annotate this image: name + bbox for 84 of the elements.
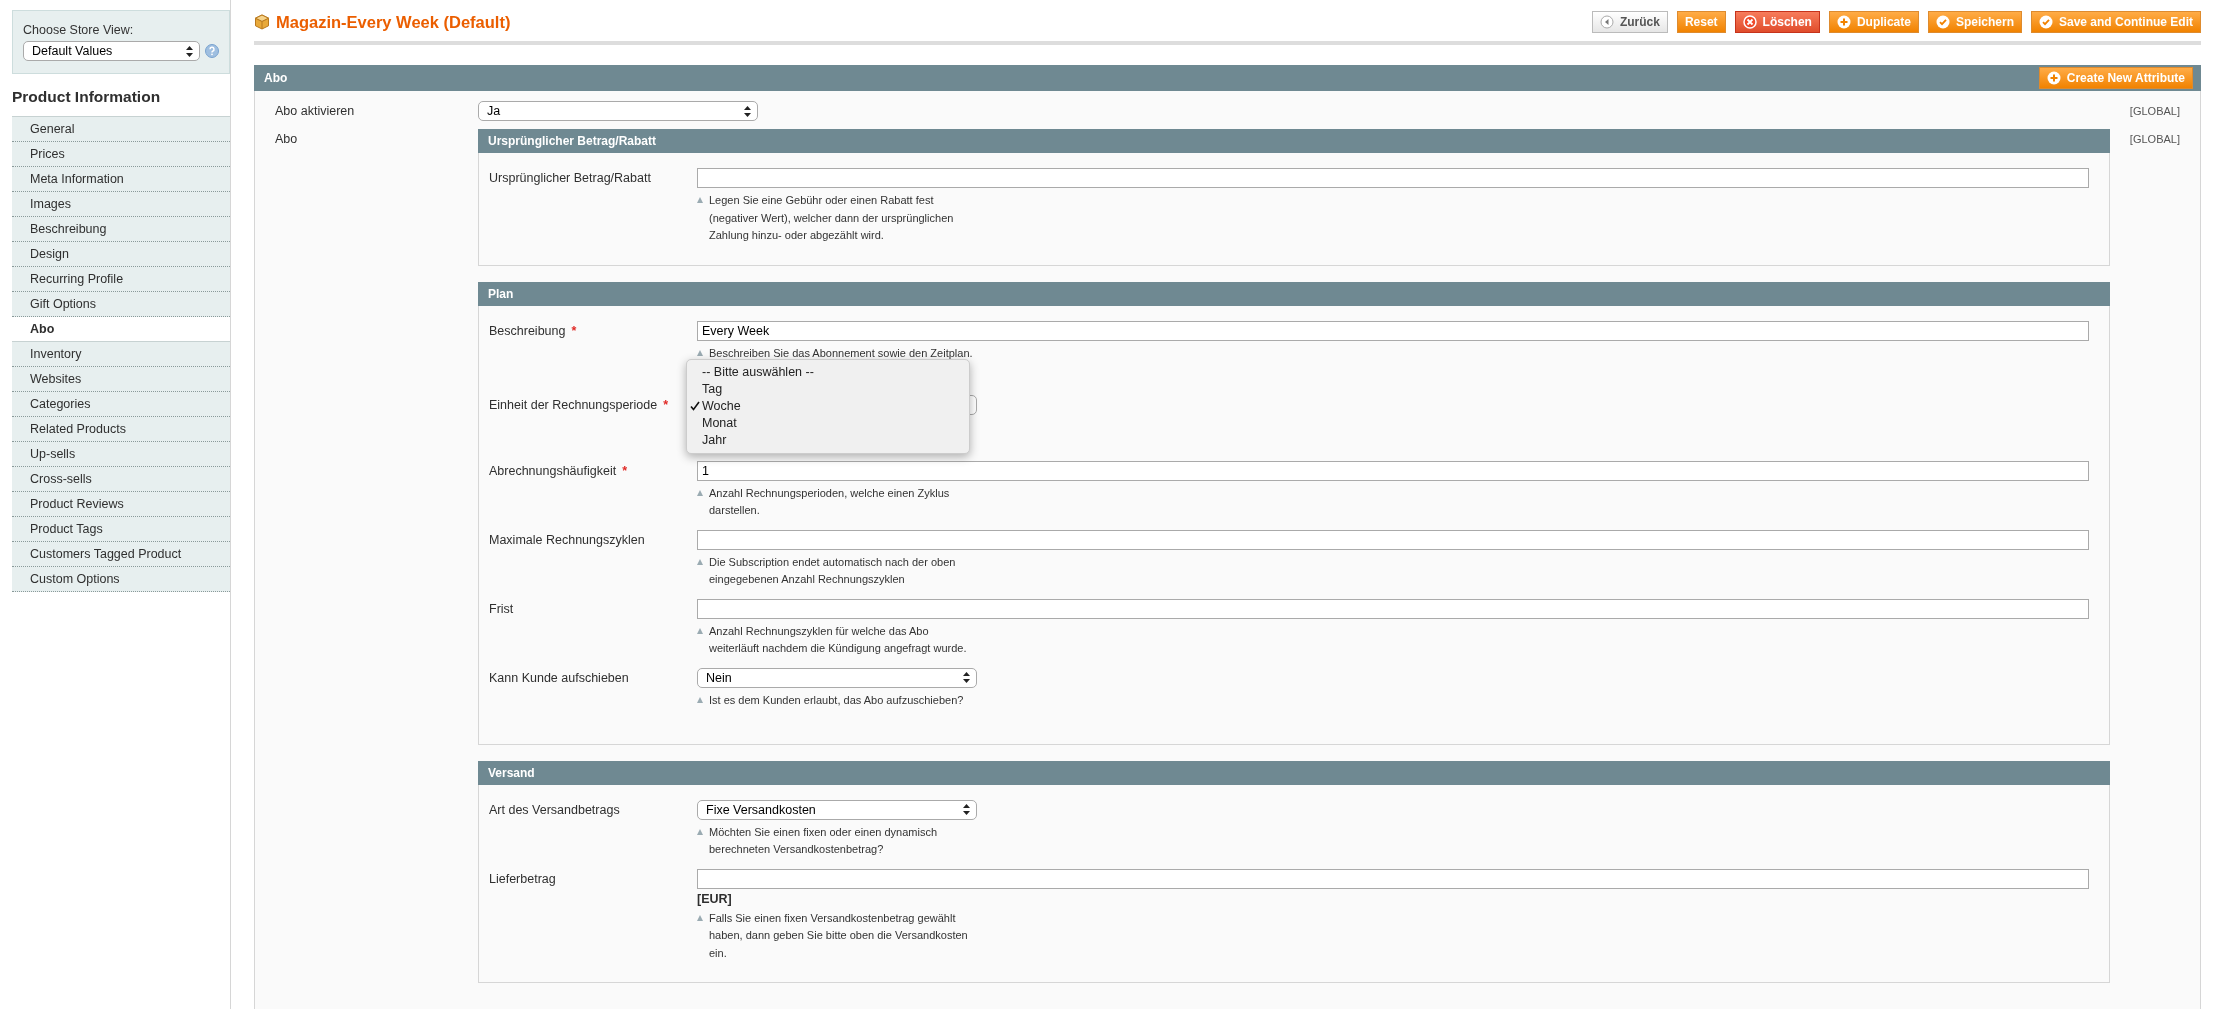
- group-header: Ursprünglicher Betrag/Rabatt: [478, 129, 2110, 153]
- group-header: Plan: [478, 281, 2110, 306]
- page-title: Magazin-Every Week (Default): [276, 12, 511, 32]
- plus-icon: [1836, 15, 1851, 29]
- check-icon: [1935, 15, 1950, 29]
- sidebar-tab[interactable]: Design: [12, 242, 230, 267]
- field-label: Einheit der Rechnungsperiode: [489, 397, 658, 412]
- select-arrows-icon: [963, 804, 970, 815]
- hint-arrow-icon: [697, 627, 703, 634]
- box-icon: [254, 14, 270, 30]
- text-field[interactable]: [697, 868, 2089, 889]
- section-title: Abo: [264, 71, 288, 85]
- store-view-select[interactable]: Default Values: [23, 41, 200, 61]
- field-label: Ursprünglicher Betrag/Rabatt: [489, 171, 651, 185]
- field-label: Abo aktivieren: [275, 103, 356, 118]
- currency-label: [EUR]: [697, 891, 733, 906]
- hint-arrow-icon: [697, 828, 703, 835]
- field-label: Art des Versandbetrags: [489, 802, 620, 817]
- sidebar-tab[interactable]: General: [12, 117, 230, 142]
- scope-label: [GLOBAL]: [2128, 132, 2180, 145]
- text-field[interactable]: [697, 168, 2089, 188]
- field-hint: Anzahl Rechnungsperioden, welche einen Zyklus darstellen.: [709, 485, 950, 518]
- hint-arrow-icon: [697, 197, 703, 203]
- field-hint: Möchten Sie einen fixen oder einen dynamisch berechneten Versandkostenbetrag?: [709, 824, 938, 857]
- sidebar-tab[interactable]: Product Reviews: [12, 492, 230, 517]
- text-field[interactable]: [697, 598, 2089, 619]
- text-field[interactable]: Every Week: [697, 320, 2089, 341]
- plus-icon: [2046, 71, 2061, 85]
- dropdown-option[interactable]: Woche: [687, 397, 969, 415]
- field-label: Frist: [489, 601, 514, 616]
- help-icon[interactable]: [205, 44, 219, 58]
- field-label: Abrechnungshäufigkeit: [489, 463, 617, 478]
- dropdown-option[interactable]: Jahr: [687, 431, 969, 449]
- hint-arrow-icon: [697, 914, 703, 921]
- select-field[interactable]: Nein: [697, 667, 977, 688]
- sidebar-tab[interactable]: Images: [12, 192, 230, 217]
- group-header: Versand: [478, 760, 2110, 785]
- select-arrows-icon: [963, 672, 970, 683]
- field-label: Lieferbetrag: [489, 871, 556, 886]
- checkmark-icon: [690, 401, 700, 411]
- sidebar-tab[interactable]: Beschreibung: [12, 217, 230, 242]
- sidebar-tab[interactable]: Websites: [12, 367, 230, 392]
- hint-arrow-icon: [697, 489, 703, 496]
- field-hint: Beschreiben Sie das Abonnement sowie den Zeitplan.: [709, 345, 973, 361]
- dropdown-option[interactable]: Tag: [687, 380, 969, 398]
- required-mark: *: [571, 323, 577, 338]
- action-button[interactable]: Zurück: [1591, 11, 1668, 33]
- sidebar-tab[interactable]: Cross-sells: [12, 467, 230, 492]
- sidebar-tab[interactable]: Recurring Profile: [12, 267, 230, 292]
- dropdown-option[interactable]: Monat: [687, 414, 969, 432]
- field-label: Maximale Rechnungszyklen: [489, 532, 645, 547]
- field-hint: Falls Sie einen fixen Versandkostenbetrag gewählt haben, dann geben Sie bitte oben die Versandkosten ein.: [709, 910, 968, 961]
- check-icon: [2039, 15, 2053, 29]
- field-hint: Ist es dem Kunden erlaubt, das Abo aufzuschieben?: [709, 692, 964, 708]
- sidebar-tab[interactable]: Up-sells: [12, 442, 230, 467]
- sidebar-tab[interactable]: Related Products: [12, 417, 230, 442]
- select-field[interactable]: Fixe Versandkosten: [697, 799, 977, 820]
- sidebar-tab[interactable]: Inventory: [12, 342, 230, 367]
- sidebar-tab[interactable]: Gift Options: [12, 292, 230, 317]
- close-icon: [1742, 15, 1757, 29]
- field-hint: Die Subscription endet automatisch nach der oben eingegebenen Anzahl Rechnungszyklen: [709, 554, 956, 587]
- store-view-label: Choose Store View:: [23, 23, 135, 37]
- field-label: Beschreibung: [489, 323, 566, 338]
- field-hint: Anzahl Rechnungszyklen für welche das Abo weiterläuft nachdem die Kündigung angefragt wurde.: [709, 623, 967, 656]
- sidebar-tab[interactable]: Product Tags: [12, 517, 230, 542]
- select-arrows-icon: [744, 105, 751, 117]
- select-arrows-icon: [186, 45, 193, 57]
- text-field[interactable]: 1: [697, 460, 2089, 481]
- scope-label: [GLOBAL]: [2128, 104, 2180, 117]
- dropdown-option[interactable]: -- Bitte auswählen --: [687, 363, 969, 381]
- sidebar-tab[interactable]: Categories: [12, 392, 230, 417]
- sidebar-tab[interactable]: Custom Options: [12, 567, 230, 592]
- sidebar-tab[interactable]: Customers Tagged Product: [12, 542, 230, 567]
- field-hint: Legen Sie eine Gebühr oder einen Rabatt fest (negativer Wert), welcher dann der ursprünglichen Zahlung hinzu- oder abgezählt wird.: [709, 193, 954, 243]
- field-label: Abo: [275, 131, 299, 146]
- text-field[interactable]: [697, 529, 2089, 550]
- required-mark: *: [622, 463, 628, 478]
- field-label: Kann Kunde aufschieben: [489, 670, 629, 685]
- sidebar-tab[interactable]: Meta Information: [12, 167, 230, 192]
- hint-arrow-icon: [697, 558, 703, 565]
- required-mark: *: [663, 397, 669, 412]
- sidebar-tab[interactable]: Prices: [12, 142, 230, 167]
- select-field[interactable]: Ja: [478, 101, 758, 121]
- hint-arrow-icon: [697, 696, 703, 703]
